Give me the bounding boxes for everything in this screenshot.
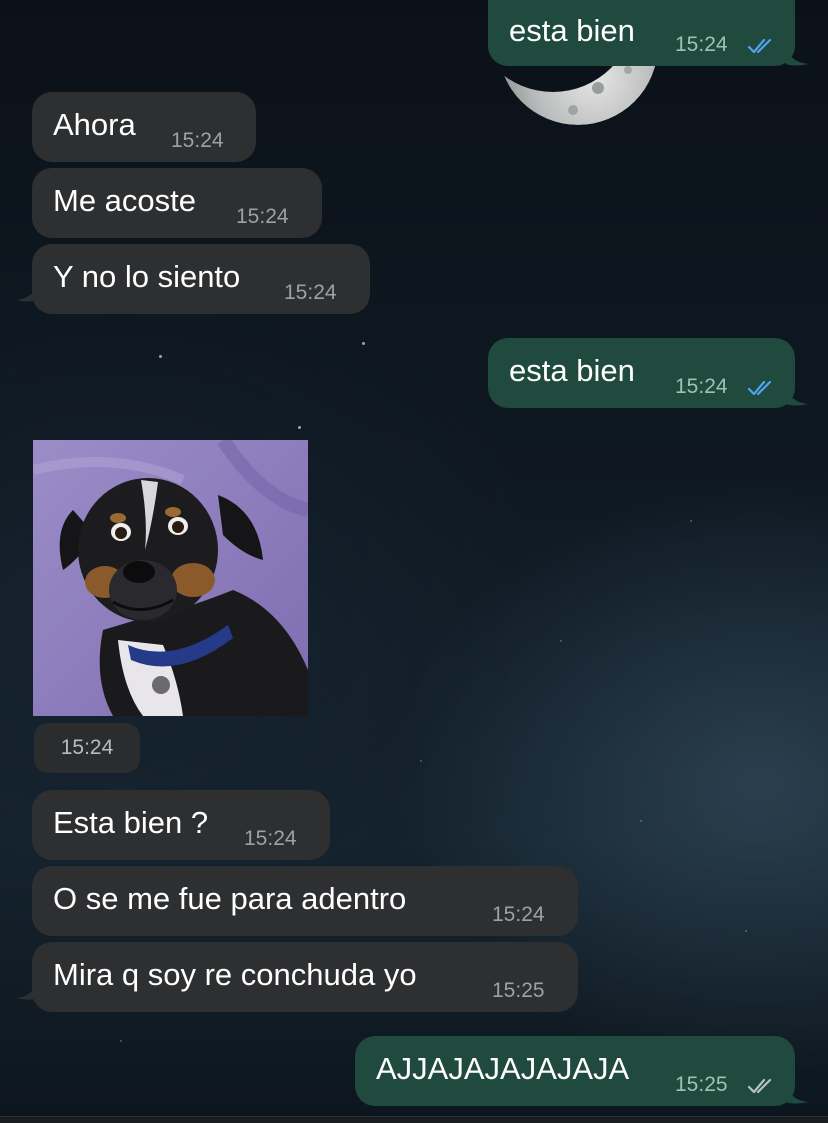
message-text: Y no lo siento xyxy=(53,259,241,294)
message-time: 15:25 xyxy=(675,1073,728,1096)
dog-photo xyxy=(33,440,308,716)
message-time: 15:24 xyxy=(244,827,297,850)
message-time: 15:24 xyxy=(171,129,224,152)
message-text: Esta bien ? xyxy=(53,805,209,840)
message-text: AJJAJAJAJAJAJA xyxy=(376,1051,630,1086)
wallpaper-star xyxy=(298,426,301,429)
message-text: Ahora xyxy=(53,107,136,142)
message-time: 15:24 xyxy=(284,281,337,304)
incoming-message[interactable]: Mira q soy re conchuda yo 15:25 xyxy=(32,942,578,1012)
wallpaper-star xyxy=(690,520,692,522)
message-text: Me acoste xyxy=(53,183,197,218)
wallpaper-star xyxy=(560,640,562,642)
double-check-icon xyxy=(747,1078,772,1094)
double-check-icon xyxy=(747,38,772,54)
incoming-message[interactable]: Me acoste 15:24 xyxy=(32,168,322,238)
wallpaper-star xyxy=(420,760,422,762)
message-text: esta bien xyxy=(509,353,635,388)
message-time: 15:24 xyxy=(675,375,728,398)
message-time: 15:24 xyxy=(236,205,289,228)
message-time: 15:24 xyxy=(675,33,728,56)
message-text: O se me fue para adentro xyxy=(53,881,407,916)
bottom-edge xyxy=(0,1116,828,1123)
wallpaper-star xyxy=(362,342,365,345)
outgoing-message[interactable]: AJJAJAJAJAJAJA 15:25 xyxy=(355,1036,795,1106)
dog-sticker-image[interactable] xyxy=(33,440,308,716)
bubble-tail xyxy=(16,280,38,302)
bubble-tail xyxy=(786,384,808,406)
message-text: Mira q soy re conchuda yo xyxy=(53,957,417,992)
bubble-tail xyxy=(786,44,808,66)
sticker-time: 15:24 xyxy=(34,723,140,773)
incoming-message[interactable]: Y no lo siento 15:24 xyxy=(32,244,370,314)
double-check-icon xyxy=(747,380,772,396)
incoming-message[interactable]: Ahora 15:24 xyxy=(32,92,256,162)
message-time: 15:24 xyxy=(492,903,545,926)
wallpaper-star xyxy=(159,355,162,358)
wallpaper-star xyxy=(120,1040,122,1042)
incoming-message[interactable]: Esta bien ? 15:24 xyxy=(32,790,330,860)
incoming-message[interactable]: O se me fue para adentro 15:24 xyxy=(32,866,578,936)
bubble-tail xyxy=(786,1082,808,1104)
wallpaper-star xyxy=(640,820,642,822)
wallpaper-star xyxy=(745,930,747,932)
message-time: 15:25 xyxy=(492,979,545,1002)
message-text: esta bien xyxy=(509,13,635,48)
bubble-tail xyxy=(16,978,38,1000)
outgoing-message[interactable]: esta bien 15:24 xyxy=(488,338,795,408)
outgoing-message[interactable]: esta bien 15:24 xyxy=(488,0,795,66)
